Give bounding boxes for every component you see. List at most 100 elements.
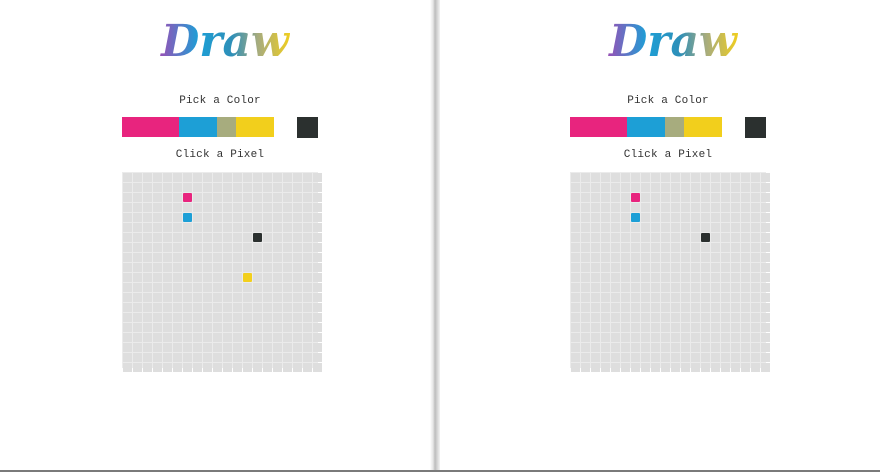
- grid-cell[interactable]: [741, 243, 750, 252]
- grid-cell[interactable]: [193, 223, 202, 232]
- grid-cell[interactable]: [711, 223, 720, 232]
- grid-cell[interactable]: [761, 343, 770, 352]
- grid-cell[interactable]: [671, 243, 680, 252]
- grid-cell[interactable]: [751, 253, 760, 262]
- grid-cell[interactable]: [213, 183, 222, 192]
- grid-cell[interactable]: [303, 343, 312, 352]
- grid-cell[interactable]: [253, 333, 262, 342]
- grid-cell[interactable]: [601, 313, 610, 322]
- grid-cell[interactable]: [721, 323, 730, 332]
- grid-cell[interactable]: [611, 273, 620, 282]
- grid-cell[interactable]: [303, 253, 312, 262]
- grid-cell[interactable]: [641, 253, 650, 262]
- grid-cell[interactable]: [263, 273, 272, 282]
- grid-cell[interactable]: [253, 213, 262, 222]
- grid-cell[interactable]: [293, 343, 302, 352]
- grid-cell[interactable]: [173, 203, 182, 212]
- grid-cell[interactable]: [253, 183, 262, 192]
- grid-cell[interactable]: [303, 203, 312, 212]
- grid-cell[interactable]: [153, 283, 162, 292]
- grid-cell[interactable]: [731, 253, 740, 262]
- grid-cell[interactable]: [193, 363, 202, 372]
- grid-cell[interactable]: [283, 283, 292, 292]
- grid-cell[interactable]: [213, 293, 222, 302]
- grid-cell[interactable]: [233, 343, 242, 352]
- grid-cell[interactable]: [253, 343, 262, 352]
- grid-cell[interactable]: [751, 213, 760, 222]
- color-swatch-pink[interactable]: [122, 117, 141, 137]
- grid-cell[interactable]: [571, 173, 580, 182]
- grid-cell[interactable]: [591, 263, 600, 272]
- grid-cell[interactable]: [313, 303, 322, 312]
- grid-cell[interactable]: [153, 253, 162, 262]
- color-swatch-dark[interactable]: [745, 117, 766, 138]
- grid-cell[interactable]: [223, 343, 232, 352]
- grid-cell[interactable]: [721, 273, 730, 282]
- grid-cell[interactable]: [133, 353, 142, 362]
- grid-cell[interactable]: [651, 353, 660, 362]
- grid-cell[interactable]: [303, 223, 312, 232]
- grid-cell[interactable]: [581, 303, 590, 312]
- grid-cell[interactable]: [681, 303, 690, 312]
- grid-cell[interactable]: [591, 293, 600, 302]
- grid-cell[interactable]: [611, 323, 620, 332]
- grid-cell[interactable]: [223, 333, 232, 342]
- color-swatch-blue[interactable]: [179, 117, 198, 137]
- grid-cell[interactable]: [233, 253, 242, 262]
- grid-cell[interactable]: [701, 343, 710, 352]
- grid-cell[interactable]: [601, 293, 610, 302]
- grid-cell[interactable]: [223, 363, 232, 372]
- grid-cell[interactable]: [273, 323, 282, 332]
- grid-cell[interactable]: [183, 183, 192, 192]
- grid-cell[interactable]: [283, 303, 292, 312]
- grid-cell[interactable]: [293, 263, 302, 272]
- grid-cell[interactable]: [621, 263, 630, 272]
- grid-cell[interactable]: [621, 203, 630, 212]
- grid-cell[interactable]: [631, 303, 640, 312]
- grid-cell[interactable]: [133, 293, 142, 302]
- grid-cell[interactable]: [133, 303, 142, 312]
- grid-cell[interactable]: [661, 353, 670, 362]
- grid-cell[interactable]: [163, 313, 172, 322]
- grid-cell[interactable]: [711, 263, 720, 272]
- grid-cell[interactable]: [183, 173, 192, 182]
- grid-cell[interactable]: [681, 253, 690, 262]
- grid-cell[interactable]: [711, 253, 720, 262]
- grid-cell[interactable]: [741, 193, 750, 202]
- grid-cell[interactable]: [233, 283, 242, 292]
- grid-cell[interactable]: [741, 293, 750, 302]
- grid-cell[interactable]: [741, 253, 750, 262]
- grid-cell[interactable]: [293, 183, 302, 192]
- grid-cell[interactable]: [253, 263, 262, 272]
- grid-cell[interactable]: [293, 353, 302, 362]
- grid-cell[interactable]: [203, 213, 212, 222]
- grid-cell[interactable]: [591, 183, 600, 192]
- grid-cell[interactable]: [761, 243, 770, 252]
- grid-cell[interactable]: [701, 223, 710, 232]
- grid-cell[interactable]: [263, 343, 272, 352]
- grid-cell[interactable]: [601, 263, 610, 272]
- grid-cell[interactable]: [273, 363, 282, 372]
- grid-cell[interactable]: [163, 293, 172, 302]
- grid-cell[interactable]: [581, 313, 590, 322]
- grid-cell[interactable]: [611, 193, 620, 202]
- grid-cell[interactable]: [313, 283, 322, 292]
- grid-cell[interactable]: [641, 303, 650, 312]
- grid-cell[interactable]: [193, 353, 202, 362]
- grid-cell[interactable]: [183, 323, 192, 332]
- grid-cell[interactable]: [203, 283, 212, 292]
- grid-cell[interactable]: [591, 343, 600, 352]
- grid-cell[interactable]: [203, 343, 212, 352]
- grid-cell[interactable]: [661, 173, 670, 182]
- color-swatch-dark[interactable]: [297, 117, 318, 138]
- grid-cell[interactable]: [711, 203, 720, 212]
- grid-cell[interactable]: [661, 193, 670, 202]
- grid-cell[interactable]: [173, 333, 182, 342]
- grid-cell[interactable]: [701, 263, 710, 272]
- grid-cell[interactable]: [711, 363, 720, 372]
- grid-cell[interactable]: [631, 273, 640, 282]
- grid-cell[interactable]: [631, 363, 640, 372]
- grid-cell[interactable]: [661, 253, 670, 262]
- grid-cell[interactable]: [163, 203, 172, 212]
- grid-cell[interactable]: [751, 303, 760, 312]
